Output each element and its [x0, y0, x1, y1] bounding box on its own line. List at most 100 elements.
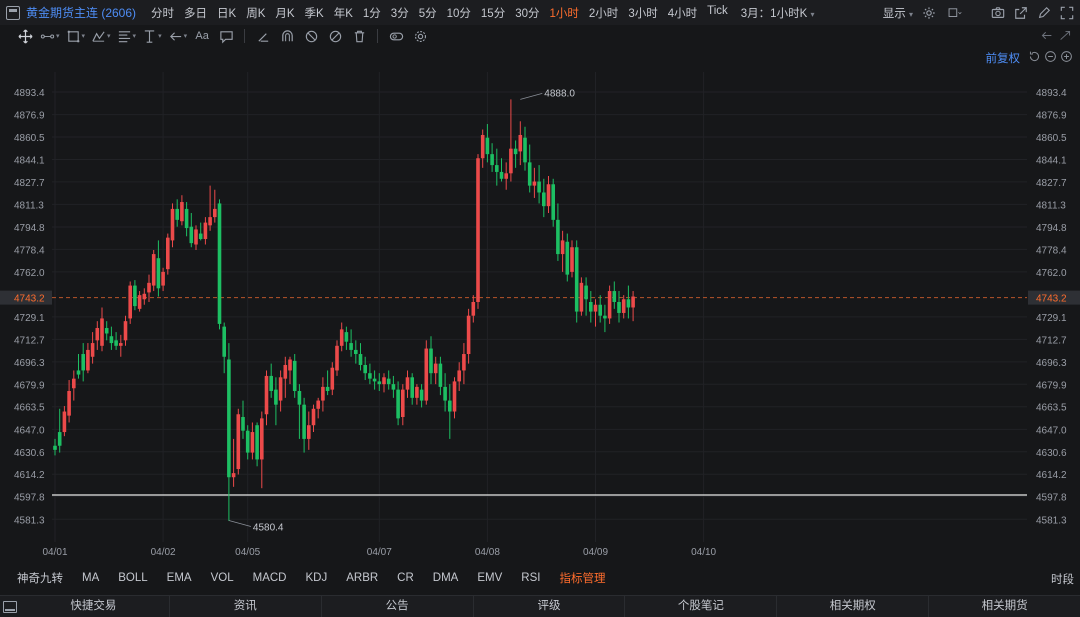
- fib-icon[interactable]: ▾: [117, 27, 136, 45]
- period-tab[interactable]: 周K: [241, 5, 270, 21]
- candle-body[interactable]: [551, 184, 555, 220]
- candle-body[interactable]: [363, 364, 367, 374]
- candle-body[interactable]: [198, 233, 203, 240]
- indicator-tab[interactable]: MACD: [253, 572, 287, 584]
- square-icon[interactable]: [945, 6, 965, 20]
- zoom-in-icon[interactable]: [1060, 50, 1073, 66]
- candlestick-chart[interactable]: 4893.4 4893.4 4876.9 4876.9 4860.5 4860.5 4844…: [0, 67, 1080, 567]
- period-tab[interactable]: 5分: [414, 5, 442, 21]
- candle-body[interactable]: [57, 432, 62, 446]
- candle-body[interactable]: [410, 377, 414, 398]
- indicator-tab[interactable]: KDJ: [305, 572, 327, 584]
- candle-body[interactable]: [90, 343, 95, 357]
- candle-body[interactable]: [241, 417, 245, 431]
- trash-icon[interactable]: [350, 27, 368, 45]
- candle-body[interactable]: [518, 134, 523, 152]
- candle-body[interactable]: [321, 386, 325, 401]
- candle-body[interactable]: [579, 282, 584, 312]
- candle-body[interactable]: [222, 326, 226, 357]
- candle-body[interactable]: [589, 302, 593, 312]
- period-tab[interactable]: 多日: [179, 5, 212, 21]
- candle-body[interactable]: [269, 375, 273, 391]
- candle-body[interactable]: [537, 181, 541, 193]
- candle-body[interactable]: [292, 360, 297, 391]
- candle-body[interactable]: [339, 329, 344, 346]
- candle-body[interactable]: [386, 378, 391, 385]
- bottom-tab[interactable]: 快捷交易: [18, 596, 169, 617]
- candle-body[interactable]: [354, 349, 358, 355]
- text-icon[interactable]: Aa: [193, 27, 211, 45]
- candle-body[interactable]: [161, 271, 165, 286]
- candle-body[interactable]: [485, 137, 490, 155]
- bottom-tab[interactable]: 相关期货: [928, 596, 1080, 617]
- candle-body[interactable]: [405, 377, 410, 390]
- undo-icon[interactable]: [1040, 29, 1053, 45]
- candle-body[interactable]: [546, 184, 551, 207]
- candle-body[interactable]: [452, 381, 457, 412]
- period-tab[interactable]: 3分: [386, 5, 414, 21]
- bottom-tab[interactable]: 相关期权: [776, 596, 928, 617]
- candle-body[interactable]: [607, 291, 612, 319]
- price-adjust-toggle[interactable]: 前复权: [986, 50, 1021, 66]
- candle-body[interactable]: [433, 363, 438, 374]
- candle-body[interactable]: [119, 343, 123, 346]
- candle-body[interactable]: [368, 373, 372, 379]
- fullscreen-icon[interactable]: [1060, 6, 1074, 20]
- candle-body[interactable]: [260, 418, 264, 460]
- candle-body[interactable]: [523, 137, 527, 163]
- candle-body[interactable]: [166, 237, 170, 270]
- candle-body[interactable]: [311, 408, 316, 426]
- candle-body[interactable]: [419, 389, 424, 401]
- candle-body[interactable]: [424, 348, 429, 401]
- candle-body[interactable]: [180, 202, 184, 222]
- candle-body[interactable]: [626, 299, 631, 308]
- candle-body[interactable]: [95, 328, 100, 341]
- candle-body[interactable]: [631, 296, 635, 308]
- candle-body[interactable]: [480, 134, 485, 159]
- candle-body[interactable]: [156, 258, 161, 289]
- candle-body[interactable]: [438, 363, 443, 387]
- candle-body[interactable]: [128, 285, 132, 319]
- candle-body[interactable]: [133, 285, 137, 307]
- period-tab[interactable]: 1小时: [545, 5, 584, 21]
- indicator-tab[interactable]: BOLL: [118, 572, 147, 584]
- hide-icon[interactable]: [326, 27, 344, 45]
- edit-icon[interactable]: [1037, 6, 1051, 20]
- candle-body[interactable]: [227, 359, 231, 478]
- magnet-icon[interactable]: [278, 27, 296, 45]
- candle-body[interactable]: [396, 389, 400, 419]
- candle-body[interactable]: [457, 370, 461, 382]
- candle-body[interactable]: [415, 386, 419, 398]
- bottom-tab[interactable]: 个股笔记: [624, 596, 776, 617]
- candle-body[interactable]: [509, 148, 513, 174]
- candle-body[interactable]: [184, 208, 189, 229]
- candle-body[interactable]: [560, 240, 565, 255]
- period-tab[interactable]: 月K: [270, 5, 299, 21]
- candle-body[interactable]: [377, 381, 382, 385]
- camera-icon[interactable]: [991, 6, 1005, 20]
- display-button[interactable]: 显示 ▾: [883, 5, 913, 21]
- candle-body[interactable]: [330, 367, 335, 390]
- candle-body[interactable]: [104, 328, 109, 334]
- candle-body[interactable]: [612, 291, 617, 302]
- reset-icon[interactable]: [1028, 50, 1041, 66]
- arrow-icon[interactable]: ▾: [168, 27, 187, 45]
- indicator-tab[interactable]: EMV: [477, 572, 502, 584]
- candle-body[interactable]: [513, 148, 518, 155]
- line-icon[interactable]: ▾: [40, 27, 60, 45]
- pattern-icon[interactable]: ▾: [91, 27, 111, 45]
- candle-body[interactable]: [297, 390, 302, 405]
- candle-body[interactable]: [264, 375, 269, 415]
- indicator-tab[interactable]: MA: [82, 572, 99, 584]
- lock-icon[interactable]: [302, 27, 320, 45]
- candle-body[interactable]: [391, 384, 396, 390]
- candle-body[interactable]: [76, 370, 81, 375]
- candle-body[interactable]: [250, 432, 255, 453]
- candle-body[interactable]: [574, 247, 579, 312]
- candle-body[interactable]: [86, 349, 90, 371]
- window-icon[interactable]: [6, 5, 20, 20]
- candle-body[interactable]: [462, 354, 466, 371]
- candle-body[interactable]: [382, 377, 386, 385]
- indicator-tab[interactable]: VOL: [211, 572, 234, 584]
- symbol-title[interactable]: 黄金期货主连 (2606): [26, 4, 136, 21]
